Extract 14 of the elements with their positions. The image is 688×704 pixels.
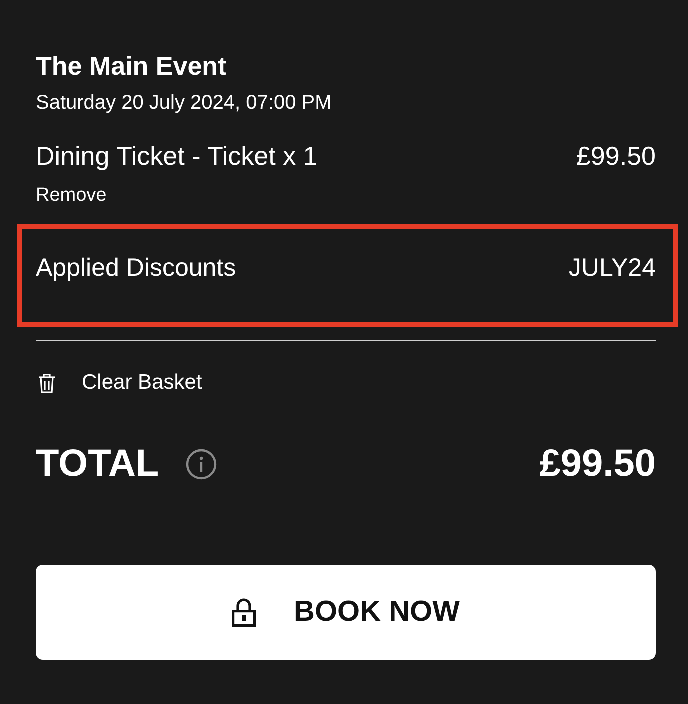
ticket-name: Dining Ticket - Ticket x 1 <box>36 140 318 172</box>
event-date: Saturday 20 July 2024, 07:00 PM <box>36 91 332 116</box>
trash-icon <box>38 372 56 394</box>
book-now-button[interactable]: BOOK NOW <box>36 565 656 660</box>
total-amount: £99.50 <box>540 442 656 487</box>
clear-basket-button[interactable]: Clear Basket <box>36 369 202 397</box>
remove-link[interactable]: Remove <box>36 184 107 208</box>
discounts-label: Applied Discounts <box>36 253 236 283</box>
total-label: TOTAL <box>36 442 160 487</box>
ticket-price: £99.50 <box>576 140 656 172</box>
discount-code: JULY24 <box>568 253 656 283</box>
info-icon[interactable] <box>186 448 218 480</box>
lock-icon <box>232 598 256 627</box>
event-title: The Main Event <box>36 50 227 82</box>
